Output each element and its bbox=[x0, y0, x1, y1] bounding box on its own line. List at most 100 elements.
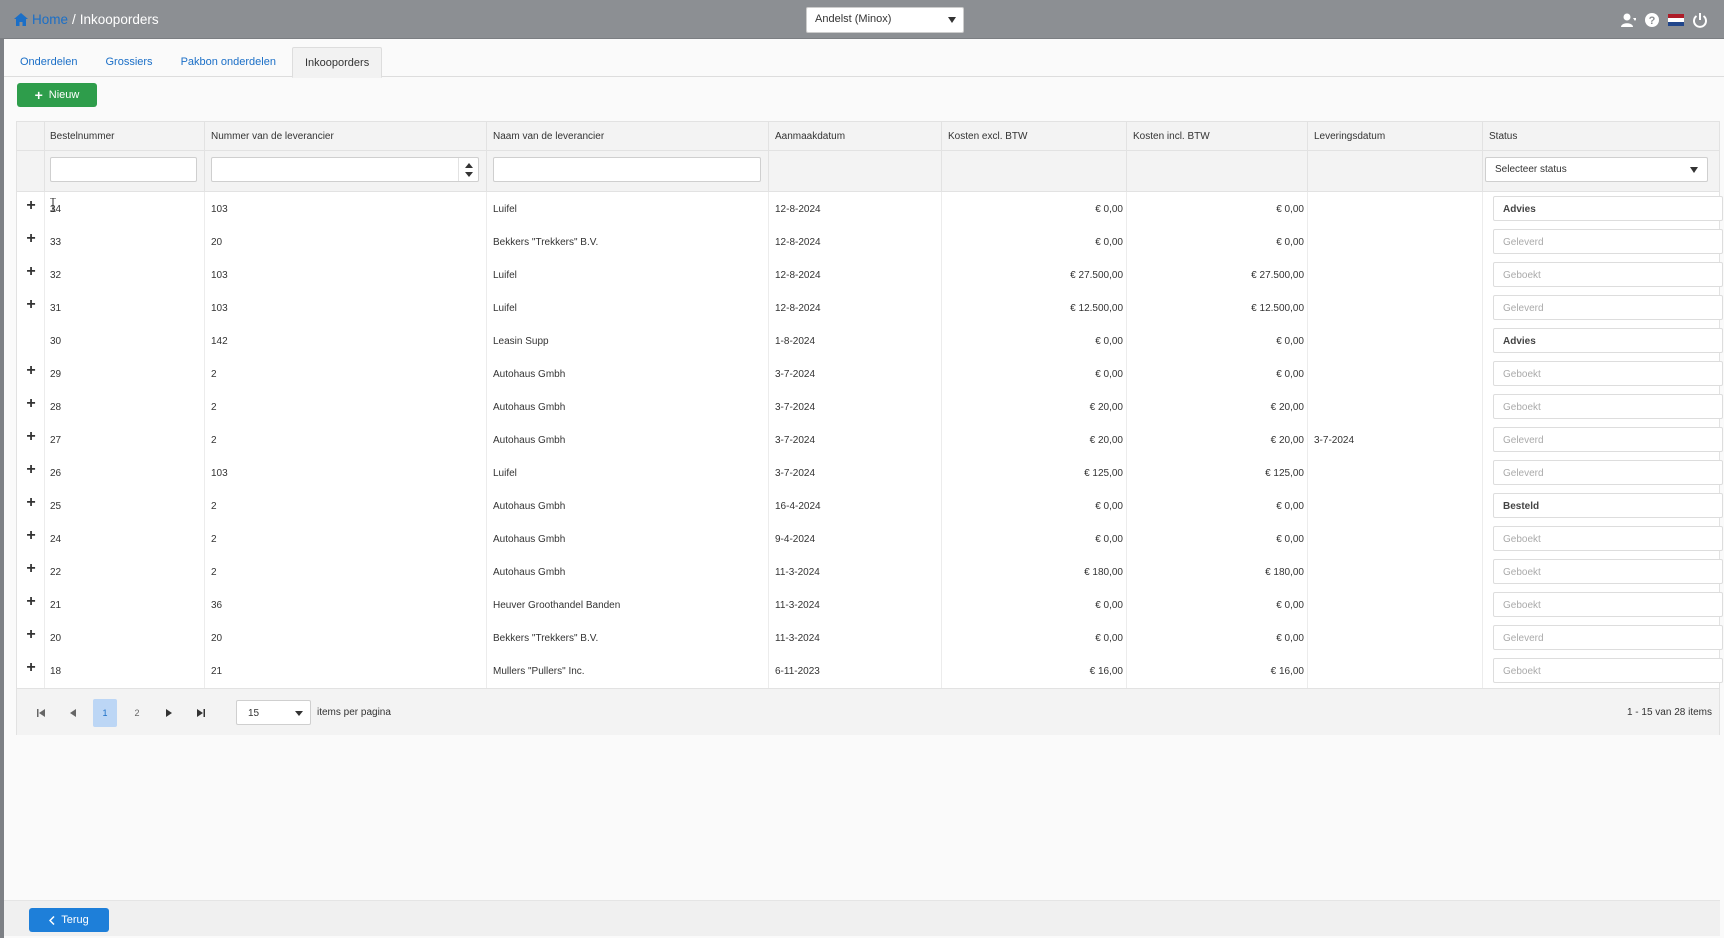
help-icon[interactable]: ? bbox=[1644, 12, 1660, 28]
column-divider bbox=[768, 122, 769, 192]
expand-row-icon[interactable]: + bbox=[24, 231, 38, 247]
row-status-select[interactable]: Besteld bbox=[1493, 493, 1723, 518]
table-row[interactable]: +24 2 Autohaus Gmbh 9-4-2024 € 0,00 € 0,00 Geb… bbox=[17, 522, 1723, 555]
table-row[interactable]: +28 2 Autohaus Gmbh 3-7-2024 € 20,00 € 20,00 G… bbox=[17, 390, 1723, 423]
table-row[interactable]: +27 2 Autohaus Gmbh 3-7-2024 € 20,00 € 20,00 3… bbox=[17, 423, 1723, 456]
expand-row-icon[interactable]: + bbox=[24, 198, 38, 214]
column-header-status[interactable]: Status bbox=[1489, 131, 1517, 142]
cell-leveranciernaam: Heuver Groothandel Banden bbox=[493, 600, 621, 611]
table-row[interactable]: +29 2 Autohaus Gmbh 3-7-2024 € 0,00 € 0,00 Geb… bbox=[17, 357, 1723, 390]
table-row[interactable]: +21 36 Heuver Groothandel Banden 11-3-2024 €… bbox=[17, 588, 1723, 621]
expand-row-icon[interactable]: + bbox=[24, 528, 38, 544]
column-header-bestelnummer[interactable]: Bestelnummer bbox=[50, 131, 114, 142]
cell-bestelnummer: 29 bbox=[50, 369, 62, 380]
column-divider bbox=[486, 122, 487, 192]
expand-row-icon[interactable]: + bbox=[24, 495, 38, 511]
spinner-up-icon[interactable] bbox=[465, 163, 473, 168]
column-header-leveringsdatum[interactable]: Leveringsdatum bbox=[1314, 131, 1385, 142]
expand-row-icon[interactable]: + bbox=[24, 429, 38, 445]
row-status-select[interactable]: Geleverd bbox=[1493, 460, 1723, 485]
row-status-select[interactable]: Geboekt bbox=[1493, 658, 1723, 683]
table-row[interactable]: +25 2 Autohaus Gmbh 16-4-2024 € 0,00 € 0,00 Be… bbox=[17, 489, 1723, 522]
expand-row-icon[interactable]: + bbox=[24, 264, 38, 280]
column-header-kosten-incl[interactable]: Kosten incl. BTW bbox=[1133, 131, 1210, 142]
chevron-down-icon bbox=[1690, 167, 1698, 173]
row-status-select[interactable]: Geleverd bbox=[1493, 427, 1723, 452]
dutch-flag-icon[interactable] bbox=[1668, 12, 1684, 28]
expand-row-icon[interactable]: + bbox=[24, 396, 38, 412]
table-row[interactable]: +26 103 Luifel 3-7-2024 € 125,00 € 125,00 Gele… bbox=[17, 456, 1723, 489]
row-status-select[interactable]: Geboekt bbox=[1493, 526, 1723, 551]
cell-bestelnummer: 34 bbox=[50, 204, 62, 215]
row-status-select[interactable]: Geboekt bbox=[1493, 559, 1723, 584]
cell-kosten-excl: € 0,00 bbox=[1095, 534, 1123, 545]
row-status-select[interactable]: Advies bbox=[1493, 196, 1723, 221]
cell-leveranciernaam: Mullers "Pullers" Inc. bbox=[493, 666, 585, 677]
cell-leveranciernummer: 2 bbox=[211, 369, 217, 380]
tab-onderdelen[interactable]: Onderdelen bbox=[8, 47, 90, 77]
column-header-leveranciernaam[interactable]: Naam van de leverancier bbox=[493, 131, 604, 142]
cell-bestelnummer: 31 bbox=[50, 303, 62, 314]
expand-row-icon[interactable]: + bbox=[24, 363, 38, 379]
cell-bestelnummer: 24 bbox=[50, 534, 62, 545]
cell-leveranciernaam: Bekkers "Trekkers" B.V. bbox=[493, 633, 599, 644]
row-status-select[interactable]: Geboekt bbox=[1493, 394, 1723, 419]
filter-leveranciernummer-input[interactable] bbox=[211, 157, 479, 182]
page-size-select[interactable]: 15 bbox=[236, 700, 311, 725]
status-filter-select[interactable]: Selecteer status bbox=[1485, 157, 1708, 182]
row-status-select[interactable]: Geboekt bbox=[1493, 262, 1723, 287]
spinner-down-icon[interactable] bbox=[465, 172, 473, 177]
row-status-select[interactable]: Geboekt bbox=[1493, 361, 1723, 386]
back-button[interactable]: Terug bbox=[29, 908, 109, 932]
next-page-button[interactable] bbox=[157, 699, 181, 727]
column-header-aanmaakdatum[interactable]: Aanmaakdatum bbox=[775, 131, 845, 142]
row-status-select[interactable]: Advies bbox=[1493, 328, 1723, 353]
cell-kosten-incl: € 180,00 bbox=[1265, 567, 1304, 578]
breadcrumb-home-link[interactable]: Home bbox=[14, 12, 68, 27]
cell-kosten-incl: € 0,00 bbox=[1276, 204, 1304, 215]
expand-row-icon[interactable]: + bbox=[24, 627, 38, 643]
expand-row-icon[interactable]: + bbox=[24, 462, 38, 478]
cell-leveranciernummer: 21 bbox=[211, 666, 223, 677]
last-page-button[interactable] bbox=[189, 699, 213, 727]
table-row[interactable]: +22 2 Autohaus Gmbh 11-3-2024 € 180,00 € 180,… bbox=[17, 555, 1723, 588]
filter-leveranciernaam-input[interactable] bbox=[493, 157, 761, 182]
user-icon[interactable] bbox=[1620, 12, 1636, 28]
number-spinner[interactable] bbox=[458, 158, 478, 181]
tab-inkooporders[interactable]: Inkooporders bbox=[291, 47, 383, 78]
company-select[interactable]: Andelst (Minox) bbox=[806, 7, 964, 33]
table-row[interactable]: +20 20 Bekkers "Trekkers" B.V. 11-3-2024 € 0… bbox=[17, 621, 1723, 654]
table-row[interactable]: +31 103 Luifel 12-8-2024 € 12.500,00 € 12.500… bbox=[17, 291, 1723, 324]
new-button[interactable]: + Nieuw bbox=[17, 83, 97, 107]
table-row[interactable]: +18 21 Mullers "Pullers" Inc. 6-11-2023 € 16… bbox=[17, 654, 1723, 687]
table-row[interactable]: 30 142 Leasin Supp 1-8-2024 € 0,00 € 0,00 Advi… bbox=[17, 324, 1723, 357]
table-row[interactable]: +34 103 Luifel 12-8-2024 € 0,00 € 0,00 Advies bbox=[17, 192, 1723, 225]
page-2-button[interactable]: 2 bbox=[125, 699, 149, 727]
breadcrumb: Home / Inkooporders bbox=[14, 12, 159, 27]
table-row[interactable]: +32 103 Luifel 12-8-2024 € 27.500,00 € 27.500… bbox=[17, 258, 1723, 291]
breadcrumb-home-label: Home bbox=[32, 12, 69, 27]
cell-aanmaakdatum: 12-8-2024 bbox=[775, 303, 821, 314]
row-status-select[interactable]: Geleverd bbox=[1493, 229, 1723, 254]
prev-page-button[interactable] bbox=[61, 699, 85, 727]
row-status-select[interactable]: Geboekt bbox=[1493, 592, 1723, 617]
expand-row-icon[interactable]: + bbox=[24, 561, 38, 577]
page-1-button[interactable]: 1 bbox=[93, 699, 117, 727]
first-page-button[interactable] bbox=[29, 699, 53, 727]
row-status-select[interactable]: Geleverd bbox=[1493, 625, 1723, 650]
tab-pakbon-onderdelen[interactable]: Pakbon onderdelen bbox=[169, 47, 288, 77]
cell-aanmaakdatum: 11-3-2024 bbox=[775, 567, 820, 578]
tab-grossiers[interactable]: Grossiers bbox=[94, 47, 165, 77]
column-header-leveranciernummer[interactable]: Nummer van de leverancier bbox=[211, 131, 334, 142]
column-header-kosten-excl[interactable]: Kosten excl. BTW bbox=[948, 131, 1027, 142]
power-icon[interactable] bbox=[1692, 12, 1708, 28]
cell-leveranciernaam: Autohaus Gmbh bbox=[493, 567, 566, 578]
cell-kosten-incl: € 16,00 bbox=[1270, 666, 1304, 677]
expand-row-icon[interactable]: + bbox=[24, 660, 38, 676]
expand-row-icon[interactable]: + bbox=[24, 297, 38, 313]
expand-row-icon[interactable]: + bbox=[24, 594, 38, 610]
table-row[interactable]: +33 20 Bekkers "Trekkers" B.V. 12-8-2024 € 0… bbox=[17, 225, 1723, 258]
row-status-select[interactable]: Geleverd bbox=[1493, 295, 1723, 320]
column-divider bbox=[941, 122, 942, 192]
filter-bestelnummer-input[interactable] bbox=[50, 157, 197, 182]
